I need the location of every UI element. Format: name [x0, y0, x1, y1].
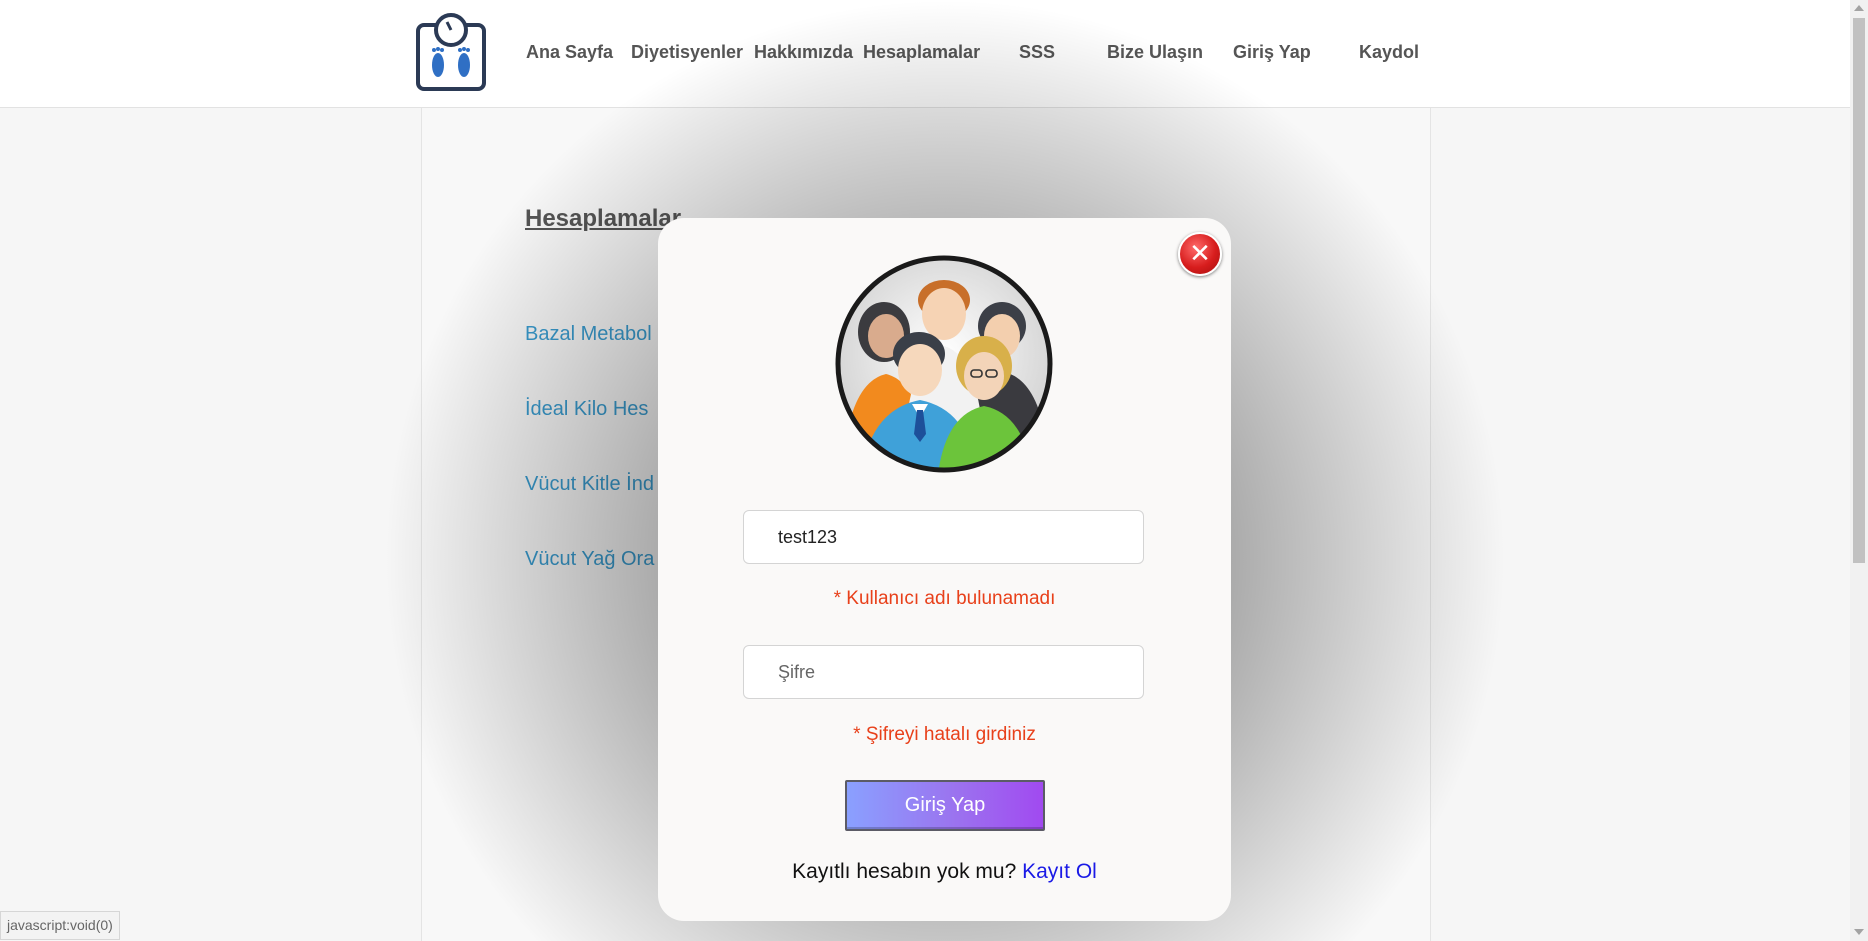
page-title: Hesaplamalar	[525, 205, 682, 232]
username-input[interactable]	[743, 510, 1144, 564]
nav-bize-ulasin[interactable]: Bize Ulaşın	[1107, 42, 1203, 63]
username-error: * Kullanıcı adı bulunamadı	[833, 588, 1056, 609]
nav-sss[interactable]: SSS	[1019, 42, 1055, 63]
register-link[interactable]: Kayıt Ol	[1022, 860, 1097, 883]
scroll-up-icon[interactable]	[1854, 5, 1864, 11]
scroll-down-icon[interactable]	[1854, 929, 1864, 935]
nav-diyetisyenler[interactable]: Diyetisyenler	[631, 42, 743, 63]
nav-kaydol[interactable]: Kaydol	[1359, 42, 1419, 63]
register-prompt: Kayıtlı hesabın yok mu?	[792, 860, 1017, 883]
calc-link-bazal-metabolizma[interactable]: Bazal Metabol	[525, 323, 652, 346]
close-icon[interactable]: ✕	[1178, 232, 1222, 276]
scale-logo-icon[interactable]	[416, 13, 486, 91]
status-bar-url: javascript:void(0)	[0, 911, 120, 940]
calc-link-vucut-yag-orani[interactable]: Vücut Yağ Ora	[525, 548, 654, 571]
scrollbar-thumb[interactable]	[1853, 18, 1865, 563]
nav-ana-sayfa[interactable]: Ana Sayfa	[526, 42, 613, 63]
users-group-avatar-icon	[835, 255, 1053, 473]
vertical-scrollbar[interactable]	[1850, 0, 1868, 941]
login-modal: ✕ test123 * Kullanıcı adı bulunamadı * Ş…	[658, 218, 1231, 921]
register-prompt-line: Kayıtlı hesabın yok mu? Kayıt Ol	[658, 860, 1231, 884]
password-error: * Şifreyi hatalı girdiniz	[853, 724, 1036, 745]
top-navbar: Ana Sayfa Diyetisyenler Hakkımızda Hesap…	[0, 0, 1850, 108]
nav-hesaplamalar[interactable]: Hesaplamalar	[863, 42, 980, 63]
nav-hakkimizda[interactable]: Hakkımızda	[754, 42, 853, 63]
login-button[interactable]: Giriş Yap	[845, 780, 1045, 831]
calc-link-vucut-kitle-indeksi[interactable]: Vücut Kitle İnd	[525, 473, 654, 496]
nav-giris-yap[interactable]: Giriş Yap	[1233, 42, 1311, 63]
calc-link-ideal-kilo[interactable]: İdeal Kilo Hes	[525, 398, 648, 421]
password-input[interactable]	[743, 645, 1144, 699]
